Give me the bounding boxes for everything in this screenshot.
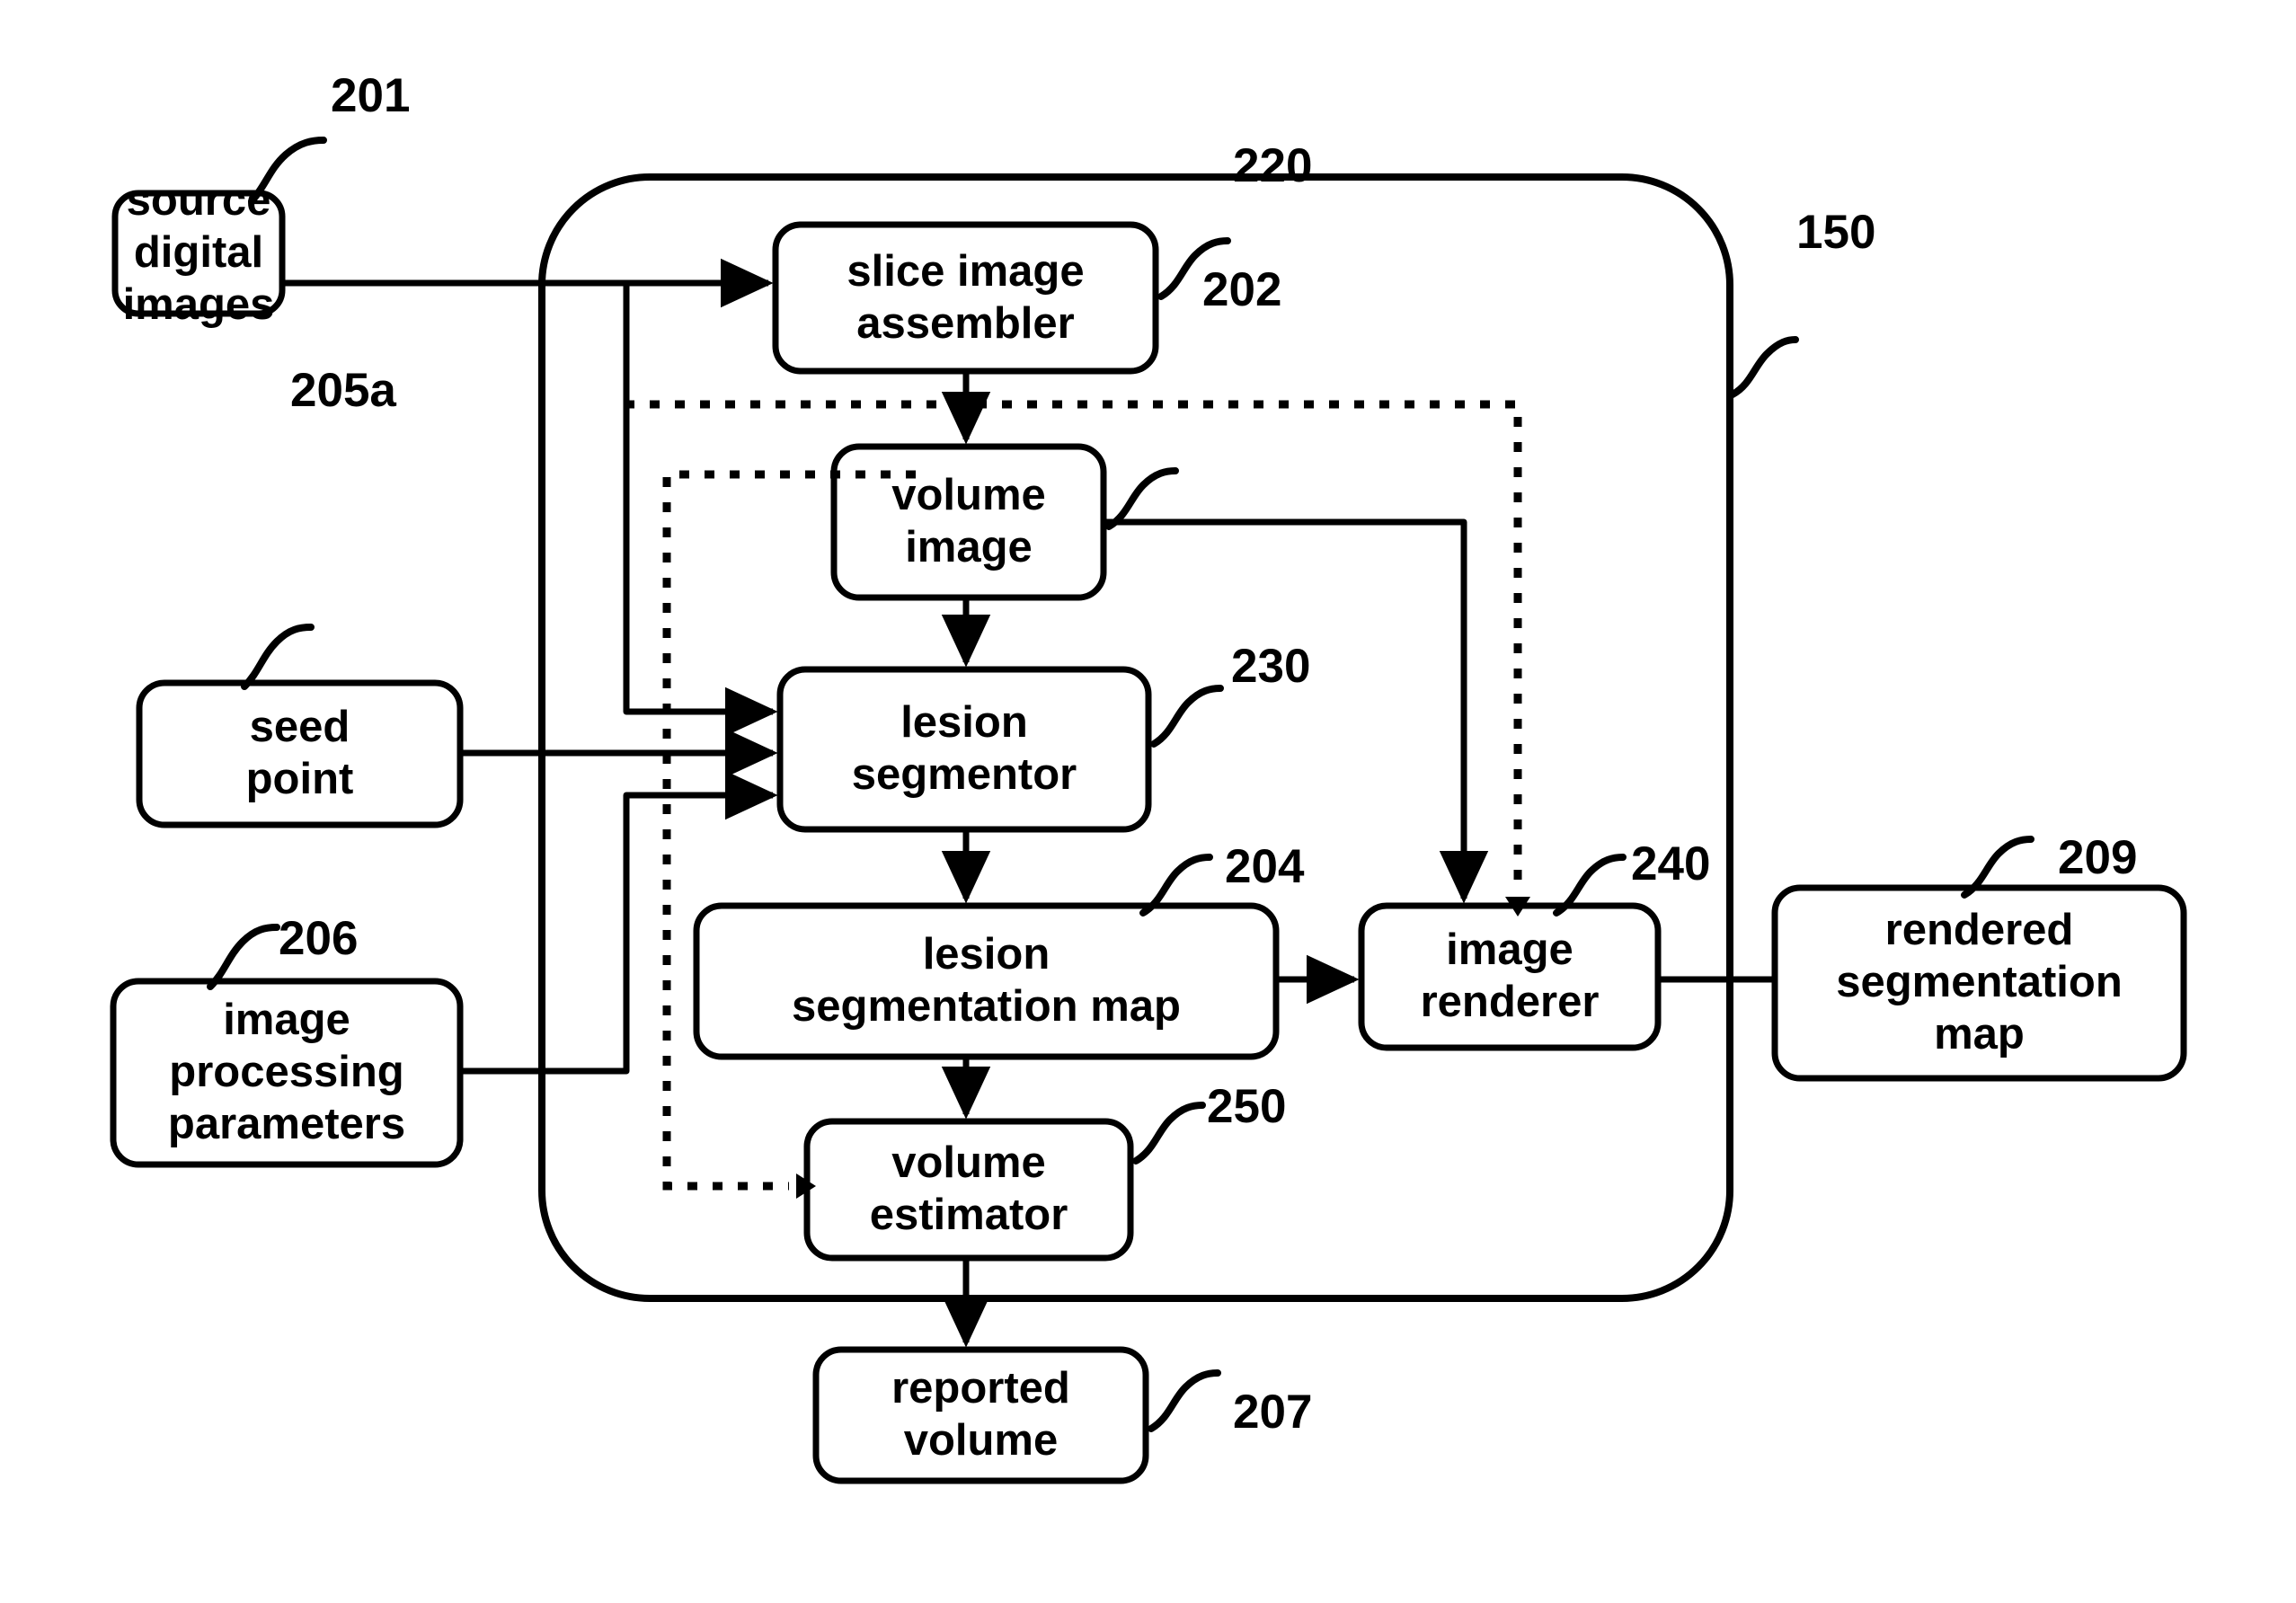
box-volume-image bbox=[830, 443, 1107, 601]
box-image-renderer bbox=[1358, 902, 1662, 1051]
box-image-processing-parameters bbox=[110, 978, 464, 1168]
ref-numeral-250: 250 bbox=[1207, 1080, 1287, 1133]
conn-parameters-to-segmentor bbox=[460, 770, 778, 1075]
ref-numeral-220: 220 bbox=[1233, 139, 1313, 192]
ref-numeral-204: 204 bbox=[1225, 840, 1305, 893]
ref-numeral-205a: 205a bbox=[290, 364, 396, 417]
ref-numeral-201: 201 bbox=[331, 69, 411, 122]
diagram-graphics bbox=[110, 137, 2187, 1484]
box-source-digital-images bbox=[111, 190, 286, 317]
diagram-canvas: source digital images slice image assemb… bbox=[0, 0, 2296, 1603]
leader-207 bbox=[1148, 1369, 1221, 1432]
leader-150 bbox=[1729, 336, 1799, 398]
ref-numeral-240: 240 bbox=[1631, 837, 1711, 890]
leader-206 bbox=[207, 924, 280, 990]
ref-numeral-206: 206 bbox=[279, 912, 359, 965]
leader-205a bbox=[241, 624, 315, 690]
box-reported-volume bbox=[812, 1346, 1149, 1484]
ref-numeral-150: 150 bbox=[1796, 206, 1876, 259]
conn-source-to-segmentor bbox=[623, 283, 778, 737]
box-volume-estimator bbox=[803, 1118, 1134, 1262]
leader-202 bbox=[1105, 467, 1179, 530]
box-lesion-segmentation-map bbox=[693, 902, 1280, 1060]
ref-numeral-207: 207 bbox=[1233, 1386, 1313, 1439]
leader-250 bbox=[1132, 1102, 1206, 1165]
ref-numeral-202: 202 bbox=[1202, 263, 1282, 316]
box-rendered-segmentation-map bbox=[1771, 884, 2187, 1082]
ref-numeral-230: 230 bbox=[1231, 640, 1311, 693]
system-container-150 bbox=[538, 173, 1733, 1302]
leader-201 bbox=[248, 137, 327, 205]
ref-numeral-209: 209 bbox=[2058, 831, 2138, 884]
box-slice-image-assembler bbox=[772, 221, 1159, 375]
box-seed-point bbox=[136, 679, 464, 828]
box-lesion-segmentor bbox=[776, 666, 1152, 833]
leader-230 bbox=[1150, 685, 1224, 748]
